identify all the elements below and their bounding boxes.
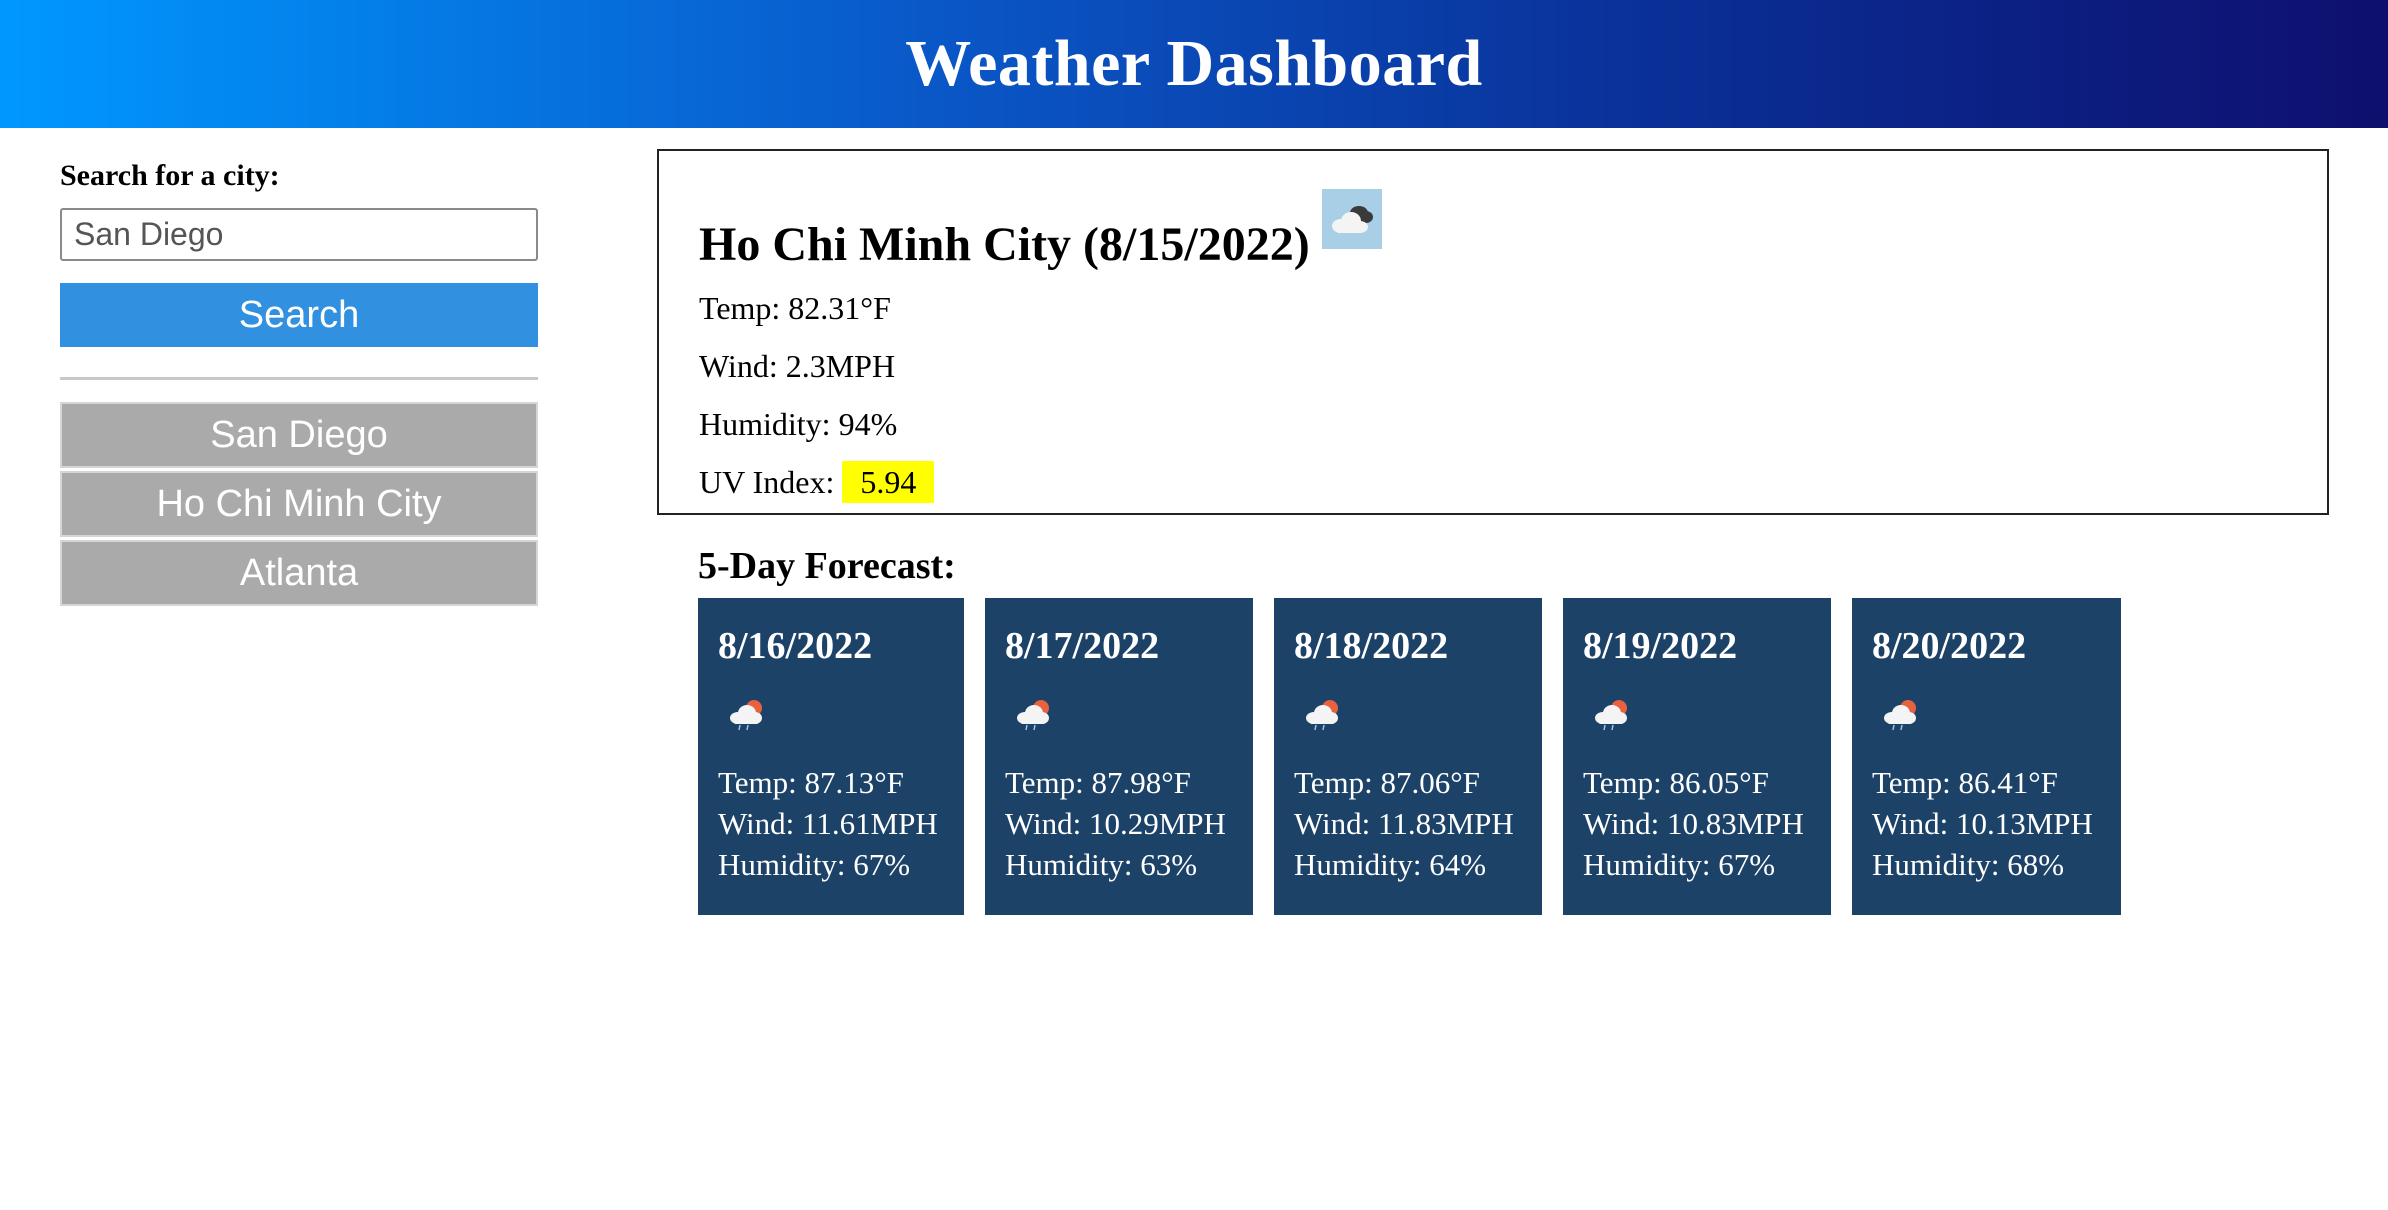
divider bbox=[60, 377, 538, 380]
forecast-temp: Temp: 87.98°F bbox=[1005, 765, 1191, 800]
rain-sun-cloud-icon bbox=[1005, 684, 1065, 744]
forecast-card: 8/18/2022 Temp: 87.06°F Wind: 11.83MPH H… bbox=[1274, 598, 1542, 915]
forecast-card: 8/17/2022 Temp: 87.98°F Wind: 10.29MPH H… bbox=[985, 598, 1253, 915]
forecast-date: 8/18/2022 bbox=[1294, 625, 1449, 667]
current-temp: Temp: 82.31°F bbox=[699, 290, 891, 326]
rain-sun-cloud-icon bbox=[1294, 684, 1354, 744]
forecast-card: 8/20/2022 Temp: 86.41°F Wind: 10.13MPH H… bbox=[1852, 598, 2121, 915]
forecast-wind: Wind: 11.83MPH bbox=[1294, 806, 1514, 841]
forecast-date: 8/19/2022 bbox=[1583, 625, 1738, 667]
forecast-date: 8/20/2022 bbox=[1872, 625, 2027, 667]
forecast-temp: Temp: 86.41°F bbox=[1872, 765, 2058, 800]
search-history: San Diego Ho Chi Minh City Atlanta bbox=[60, 402, 538, 606]
forecast-date: 8/17/2022 bbox=[1005, 625, 1160, 667]
history-button-san-diego[interactable]: San Diego bbox=[60, 402, 538, 468]
forecast-temp: Temp: 86.05°F bbox=[1583, 765, 1769, 800]
forecast-temp: Temp: 87.06°F bbox=[1294, 765, 1480, 800]
history-button-atlanta[interactable]: Atlanta bbox=[60, 540, 538, 606]
search-label: Search for a city: bbox=[60, 159, 280, 192]
history-button-ho-chi-minh-city[interactable]: Ho Chi Minh City bbox=[60, 471, 538, 537]
forecast-humidity: Humidity: 67% bbox=[718, 847, 911, 882]
forecast-humidity: Humidity: 67% bbox=[1583, 847, 1776, 882]
search-button[interactable]: Search bbox=[60, 283, 538, 347]
forecast-card: 8/19/2022 Temp: 86.05°F Wind: 10.83MPH H… bbox=[1563, 598, 1831, 915]
page-title: Weather Dashboard bbox=[905, 27, 1483, 100]
current-wind: Wind: 2.3MPH bbox=[699, 348, 896, 384]
forecast-wind: Wind: 10.83MPH bbox=[1583, 806, 1804, 841]
forecast-wind: Wind: 10.29MPH bbox=[1005, 806, 1226, 841]
forecast-wind: Wind: 11.61MPH bbox=[718, 806, 938, 841]
forecast-temp: Temp: 87.13°F bbox=[718, 765, 904, 800]
forecast-wind: Wind: 10.13MPH bbox=[1872, 806, 2093, 841]
uv-index-badge: 5.94 bbox=[842, 461, 935, 503]
current-title-row: Ho Chi Minh City (8/15/2022) bbox=[699, 185, 2287, 271]
forecast-heading: 5-Day Forecast: bbox=[698, 545, 956, 587]
current-weather-panel: Ho Chi Minh City (8/15/2022) Temp: 82.31… bbox=[657, 149, 2329, 515]
rain-sun-cloud-icon bbox=[718, 684, 778, 744]
forecast-date: 8/16/2022 bbox=[718, 625, 873, 667]
forecast-humidity: Humidity: 64% bbox=[1294, 847, 1487, 882]
uv-label: UV Index: bbox=[699, 464, 835, 500]
sidebar: Search for a city: Search San Diego Ho C… bbox=[60, 150, 538, 609]
rain-sun-cloud-icon bbox=[1583, 684, 1643, 744]
page-header: Weather Dashboard bbox=[0, 0, 2388, 128]
forecast-card: 8/16/2022 Temp: 87.13°F Wind: 11.61MPH H… bbox=[698, 598, 964, 915]
forecast-humidity: Humidity: 63% bbox=[1005, 847, 1198, 882]
city-search-input[interactable] bbox=[60, 208, 538, 261]
broken-clouds-icon bbox=[1321, 189, 1382, 249]
current-humidity: Humidity: 94% bbox=[699, 406, 898, 442]
forecast-humidity: Humidity: 68% bbox=[1872, 847, 2065, 882]
current-uv-row: UV Index: 5.94 bbox=[699, 453, 2287, 511]
rain-sun-cloud-icon bbox=[1872, 684, 1932, 744]
current-city-title: Ho Chi Minh City (8/15/2022) bbox=[699, 218, 1310, 271]
forecast-cards: 8/16/2022 Temp: 87.13°F Wind: 11.61MPH H… bbox=[698, 598, 2121, 915]
